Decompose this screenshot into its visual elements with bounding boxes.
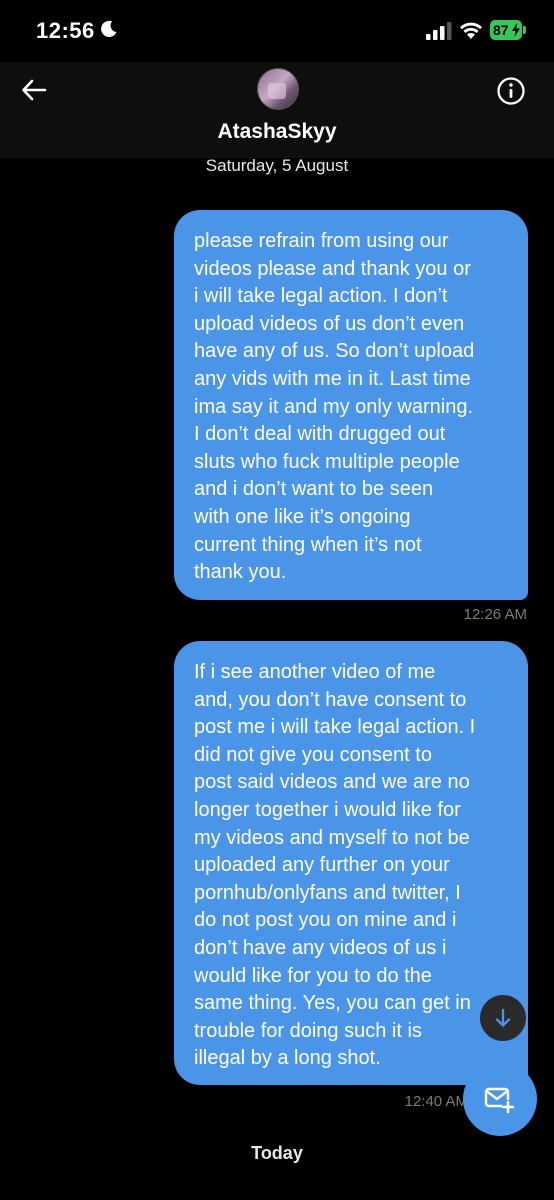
battery-tip — [523, 26, 526, 34]
scroll-down-icon — [495, 1008, 511, 1027]
conversation-header: AtashaSkyy — [0, 62, 554, 158]
contact-name[interactable]: AtashaSkyy — [0, 120, 554, 144]
battery-level: 87 — [493, 22, 509, 38]
moon-icon — [101, 20, 117, 37]
wifi-icon — [460, 22, 482, 39]
message-bubble[interactable]: please refrain from using our videos ple… — [174, 210, 528, 600]
battery-icon — [512, 23, 520, 37]
new-message-icon — [484, 1087, 515, 1114]
message-bubble[interactable]: If i see another video of me and, you do… — [174, 641, 528, 1085]
message-timestamp: 12:26 AM — [463, 606, 527, 623]
new-message-button[interactable] — [463, 1062, 537, 1136]
battery-indicator: 87 — [490, 20, 522, 40]
date-separator: Saturday, 5 August — [205, 156, 349, 175]
status-time: 12:56 — [36, 18, 95, 43]
today-separator: Today — [251, 1143, 303, 1163]
back-arrow-icon[interactable] — [20, 76, 48, 104]
avatar[interactable] — [257, 68, 299, 110]
message-timestamp: 12:40 AM — [404, 1093, 468, 1110]
info-icon[interactable] — [496, 76, 526, 106]
scroll-to-bottom-button[interactable] — [480, 995, 526, 1041]
status-bar: 12:56 87 — [0, 0, 554, 62]
signal-icon — [426, 22, 452, 40]
